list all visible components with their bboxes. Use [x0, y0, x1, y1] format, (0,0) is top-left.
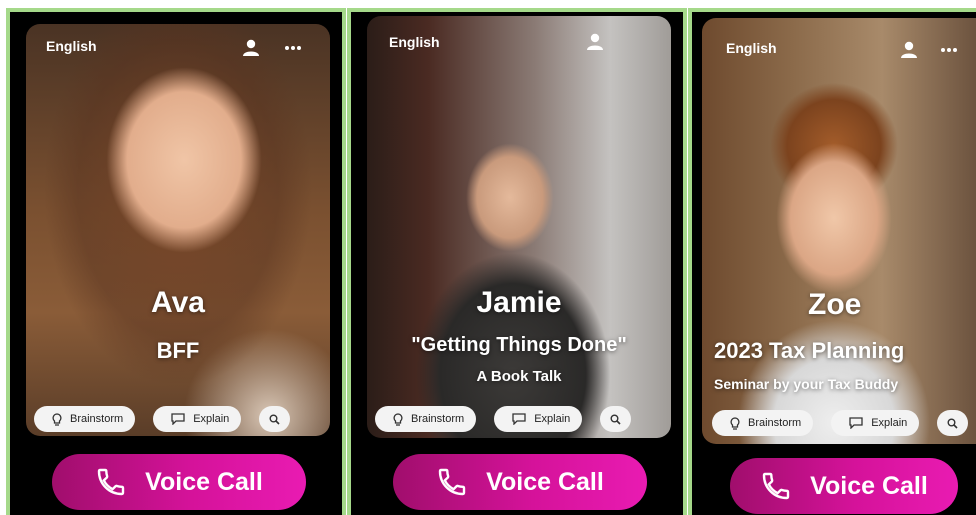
brainstorm-chip[interactable]: Brainstorm [34, 406, 136, 432]
character-subtitle: BFF [156, 338, 200, 363]
chip-label: Brainstorm [70, 413, 124, 425]
voice-call-button[interactable]: Voice Call [393, 454, 647, 510]
character-tagline: Seminar by your Tax Buddy [714, 376, 899, 392]
chat-bubble-icon [171, 413, 185, 425]
chat-bubble-icon [512, 413, 526, 425]
search-icon [610, 414, 621, 425]
character-panel-jamie: English Jamie "Getting Things Done" A Bo… [347, 8, 687, 515]
more-dots-icon[interactable] [282, 38, 304, 58]
voice-call-button[interactable]: Voice Call [730, 458, 958, 514]
character-subtitle: 2023 Tax Planning [714, 338, 905, 363]
character-name: Ava [151, 286, 205, 319]
search-icon [947, 418, 958, 429]
search-chip[interactable] [937, 410, 969, 436]
search-chip[interactable] [600, 406, 632, 432]
character-tagline: A Book Talk [476, 368, 562, 385]
chip-label: Explain [193, 413, 230, 425]
person-icon[interactable] [898, 40, 920, 60]
search-icon [269, 414, 280, 425]
character-panel-ava: English Ava BFF Brainstorm Explain Voice… [6, 8, 346, 515]
chip-label: Brainstorm [411, 413, 465, 425]
explain-chip[interactable]: Explain [153, 406, 242, 432]
character-name: Jamie [476, 286, 562, 319]
voice-call-label: Voice Call [145, 467, 263, 496]
lightbulb-icon [393, 412, 403, 426]
chat-bubble-icon [849, 417, 863, 429]
language-selector[interactable]: English [726, 40, 777, 56]
lightbulb-icon [52, 412, 62, 426]
more-dots-icon[interactable] [938, 40, 960, 60]
phone-icon [438, 468, 466, 496]
character-card[interactable]: English Zoe 2023 Tax Planning Seminar by… [702, 18, 976, 444]
explain-chip[interactable]: Explain [494, 406, 583, 432]
language-selector[interactable]: English [389, 34, 440, 50]
person-icon[interactable] [240, 38, 262, 58]
person-icon[interactable] [584, 32, 606, 52]
search-chip[interactable] [259, 406, 291, 432]
voice-call-label: Voice Call [486, 467, 604, 496]
chip-label: Explain [534, 413, 571, 425]
brainstorm-chip[interactable]: Brainstorm [712, 410, 814, 436]
voice-call-button[interactable]: Voice Call [52, 454, 306, 510]
character-card[interactable]: English Ava BFF Brainstorm Explain [26, 24, 330, 436]
character-subtitle: "Getting Things Done" [411, 334, 627, 356]
chip-label: Explain [871, 417, 908, 429]
chip-label: Brainstorm [748, 417, 802, 429]
character-card[interactable]: English Jamie "Getting Things Done" A Bo… [367, 16, 671, 438]
character-panel-zoe: English Zoe 2023 Tax Planning Seminar by… [688, 8, 976, 515]
voice-call-label: Voice Call [810, 471, 928, 500]
brainstorm-chip[interactable]: Brainstorm [375, 406, 477, 432]
phone-icon [97, 468, 125, 496]
explain-chip[interactable]: Explain [831, 410, 920, 436]
phone-icon [762, 472, 790, 500]
character-name: Zoe [808, 288, 862, 321]
language-selector[interactable]: English [46, 38, 97, 54]
lightbulb-icon [730, 416, 740, 430]
